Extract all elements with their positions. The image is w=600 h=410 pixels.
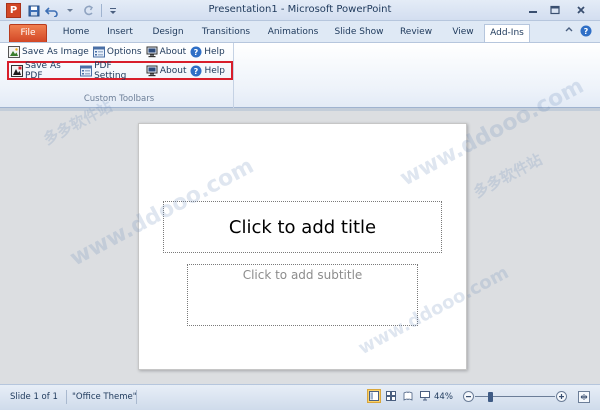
title-bar: P Presentation1 - Microsoft PowerPoint <box>0 0 600 21</box>
ribbon-panel: Save As Image Options About ? Help Save … <box>0 42 600 108</box>
help-icon: ? <box>190 65 202 77</box>
minimize-ribbon-icon[interactable] <box>564 25 574 40</box>
help-button[interactable]: ? Help <box>190 44 225 59</box>
toolbar-row-1: Save As Image Options About ? Help <box>8 44 229 59</box>
about-icon <box>146 65 158 77</box>
tab-slide-show[interactable]: Slide Show <box>331 24 387 42</box>
close-icon[interactable] <box>566 1 596 18</box>
help-icon: ? <box>190 46 202 58</box>
status-separator <box>136 390 137 404</box>
zoom-slider[interactable] <box>463 391 567 403</box>
slide-workspace[interactable]: Click to add title Click to add subtitle <box>0 108 600 384</box>
tab-design[interactable]: Design <box>146 24 190 42</box>
window-title: Presentation1 - Microsoft PowerPoint <box>208 4 392 15</box>
help-label: Help <box>204 46 225 57</box>
ribbon-tabs: File Home Insert Design Transitions Anim… <box>0 21 600 42</box>
zoom-in-icon[interactable] <box>556 391 567 405</box>
about-button-2[interactable]: About <box>146 63 187 78</box>
help-label: Help <box>204 65 225 76</box>
help-icon[interactable]: ? <box>580 25 592 40</box>
slide-sorter-icon[interactable] <box>384 389 398 403</box>
save-as-image-label: Save As Image <box>22 46 89 57</box>
options-label: Options <box>106 46 142 57</box>
zoom-level[interactable]: 44% <box>434 392 453 402</box>
svg-text:?: ? <box>194 48 199 57</box>
ribbon-controls: ? <box>564 25 592 40</box>
tab-transitions[interactable]: Transitions <box>197 24 255 42</box>
group-label: Custom Toolbars <box>83 94 155 104</box>
pdf-setting-button[interactable]: PDF Setting <box>80 60 142 81</box>
options-button[interactable]: Options <box>92 44 142 59</box>
save-as-pdf-button[interactable]: Save As PDF <box>11 60 76 81</box>
reading-view-icon[interactable] <box>401 389 415 403</box>
pdf-setting-label: PDF Setting <box>94 60 127 81</box>
status-bar: Slide 1 of 1 "Office Theme" 44% <box>0 384 600 410</box>
tab-view[interactable]: View <box>446 24 480 42</box>
slide-count: Slide 1 of 1 <box>10 392 58 402</box>
tab-add-ins[interactable]: Add-Ins <box>484 24 530 42</box>
subtitle-placeholder[interactable]: Click to add subtitle <box>187 264 418 326</box>
tab-insert[interactable]: Insert <box>102 24 138 42</box>
fit-to-window-icon[interactable] <box>578 391 590 406</box>
svg-text:?: ? <box>584 27 589 36</box>
about-icon <box>146 46 158 58</box>
help-button-2[interactable]: ? Help <box>190 63 225 78</box>
svg-text:?: ? <box>194 67 199 76</box>
options-icon <box>92 46 105 58</box>
view-buttons <box>367 389 435 403</box>
maximize-icon[interactable] <box>544 1 566 18</box>
slide-show-icon[interactable] <box>418 389 432 403</box>
save-as-pdf-label: Save As PDF <box>25 60 61 81</box>
image-icon <box>8 45 20 58</box>
slide-canvas[interactable]: Click to add title Click to add subtitle <box>138 123 467 370</box>
settings-icon <box>80 65 93 77</box>
zoom-out-icon[interactable] <box>463 391 474 405</box>
tab-animations[interactable]: Animations <box>265 24 321 42</box>
workspace-top-border <box>0 108 600 111</box>
save-as-image-button[interactable]: Save As Image <box>8 44 89 59</box>
theme-name[interactable]: "Office Theme" <box>72 392 137 402</box>
tab-file[interactable]: File <box>9 24 47 42</box>
window-controls <box>522 1 596 18</box>
normal-view-icon[interactable] <box>367 389 381 403</box>
about-button[interactable]: About <box>146 44 187 59</box>
about-label: About <box>159 65 187 76</box>
tab-review[interactable]: Review <box>398 24 434 42</box>
title-placeholder[interactable]: Click to add title <box>163 201 442 253</box>
about-label: About <box>159 46 187 57</box>
custom-toolbars-group: Save As Image Options About ? Help Save … <box>4 43 234 108</box>
tab-home[interactable]: Home <box>57 24 95 42</box>
zoom-thumb[interactable] <box>487 392 493 402</box>
pdf-icon <box>11 64 23 77</box>
minimize-icon[interactable] <box>522 1 544 18</box>
toolbar-row-2-highlighted: Save As PDF PDF Setting About ? Help <box>7 60 233 81</box>
status-separator <box>66 390 67 404</box>
